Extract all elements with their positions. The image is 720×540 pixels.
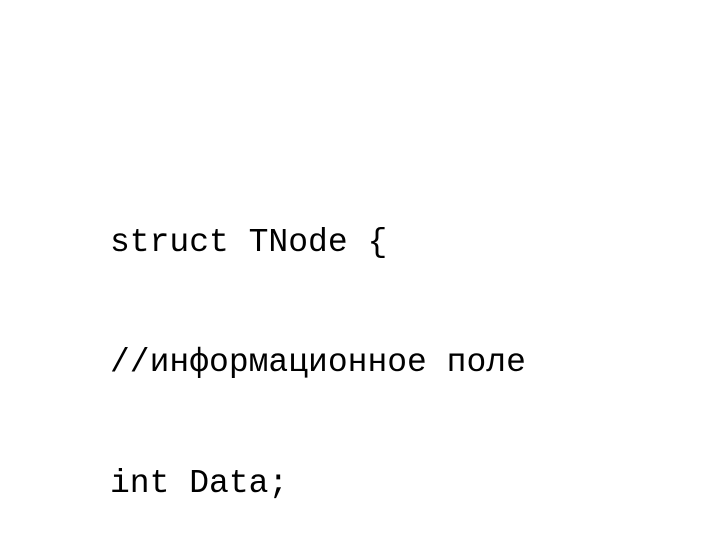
code-line: //информационное поле bbox=[110, 343, 526, 383]
code-line: struct TNode { bbox=[110, 223, 526, 263]
code-block: struct TNode { //информационное поле int… bbox=[110, 142, 526, 540]
slide: struct TNode { //информационное поле int… bbox=[0, 0, 720, 540]
code-line: int Data; bbox=[110, 464, 526, 504]
